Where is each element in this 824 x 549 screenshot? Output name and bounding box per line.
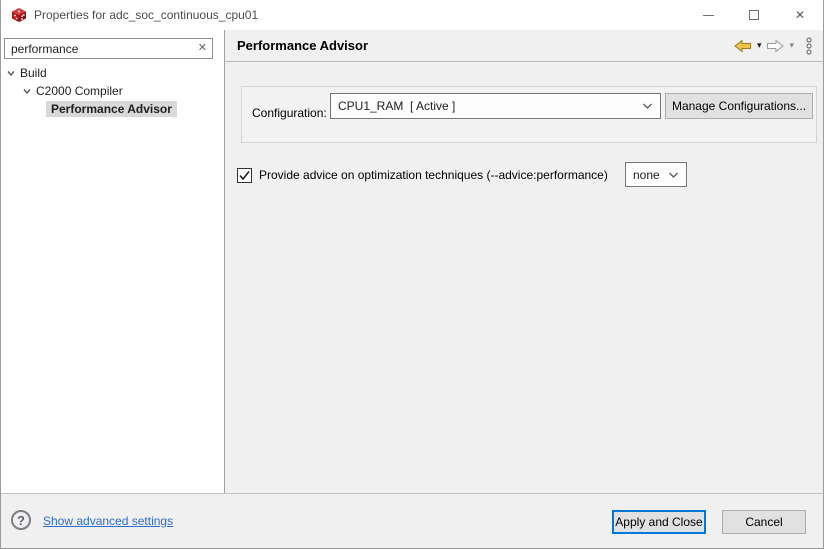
minimize-button[interactable] — [685, 0, 731, 30]
caption-buttons: ✕ — [685, 0, 823, 30]
configuration-group: Configuration: CPU1_RAM [ Active ] Manag… — [241, 86, 817, 143]
view-menu-icon[interactable] — [805, 37, 813, 55]
header-toolbar: ▾ ▾ — [734, 37, 813, 55]
filter-field: ✕ — [4, 38, 213, 59]
advice-checkbox-label: Provide advice on optimization technique… — [259, 168, 608, 182]
advice-checkbox[interactable] — [237, 168, 252, 183]
filter-input[interactable] — [4, 38, 213, 59]
manage-configurations-button[interactable]: Manage Configurations... — [665, 93, 813, 119]
sidebar: ✕ Build C2000 Compiler Performance Advis… — [1, 30, 224, 493]
maximize-icon — [749, 10, 759, 20]
tree-item-label-selected: Performance Advisor — [46, 101, 177, 117]
properties-dialog: Properties for adc_soc_continuous_cpu01 … — [0, 0, 824, 549]
maximize-button[interactable] — [731, 0, 777, 30]
help-icon[interactable]: ? — [11, 510, 31, 530]
forward-arrow-icon[interactable] — [766, 39, 784, 53]
tree-item-performance-advisor[interactable]: Performance Advisor — [1, 100, 224, 118]
close-button[interactable]: ✕ — [777, 0, 823, 30]
show-advanced-settings-link[interactable]: Show advanced settings — [43, 514, 173, 528]
chevron-down-icon[interactable] — [22, 86, 32, 96]
page-title: Performance Advisor — [237, 38, 368, 53]
forward-history-dropdown-icon[interactable]: ▾ — [789, 41, 794, 50]
tree-item-c2000-compiler[interactable]: C2000 Compiler — [1, 82, 224, 100]
close-icon: ✕ — [795, 9, 805, 21]
tree-item-label: C2000 Compiler — [36, 84, 123, 98]
page-header: Performance Advisor ▾ ▾ — [225, 30, 823, 62]
chevron-down-icon[interactable] — [6, 68, 16, 78]
configuration-label: Configuration: — [252, 106, 327, 120]
advice-level-value: none — [626, 168, 660, 182]
configuration-select[interactable]: CPU1_RAM [ Active ] — [330, 93, 661, 119]
window-title: Properties for adc_soc_continuous_cpu01 — [34, 8, 258, 22]
apply-and-close-button[interactable]: Apply and Close — [612, 510, 706, 534]
app-icon — [11, 7, 27, 23]
chevron-down-icon — [668, 171, 679, 179]
tree-item-build[interactable]: Build — [1, 64, 224, 82]
cancel-button[interactable]: Cancel — [722, 510, 806, 534]
chevron-down-icon — [642, 102, 653, 110]
advice-option-row: Provide advice on optimization technique… — [237, 162, 817, 188]
configuration-value: CPU1_RAM [ Active ] — [331, 99, 455, 113]
properties-tree: Build C2000 Compiler Performance Advisor — [1, 64, 224, 118]
back-arrow-icon[interactable] — [734, 39, 752, 53]
dialog-footer: ? Show advanced settings Apply and Close… — [1, 493, 823, 548]
clear-filter-icon[interactable]: ✕ — [198, 41, 207, 54]
main-panel: Performance Advisor ▾ ▾ — [225, 30, 823, 493]
minimize-icon — [703, 15, 714, 16]
back-history-dropdown-icon[interactable]: ▾ — [757, 41, 762, 50]
tree-item-label: Build — [20, 66, 47, 80]
advice-level-select[interactable]: none — [625, 162, 687, 187]
settings-content: Configuration: CPU1_RAM [ Active ] Manag… — [225, 63, 823, 493]
title-bar: Properties for adc_soc_continuous_cpu01 … — [1, 0, 823, 30]
